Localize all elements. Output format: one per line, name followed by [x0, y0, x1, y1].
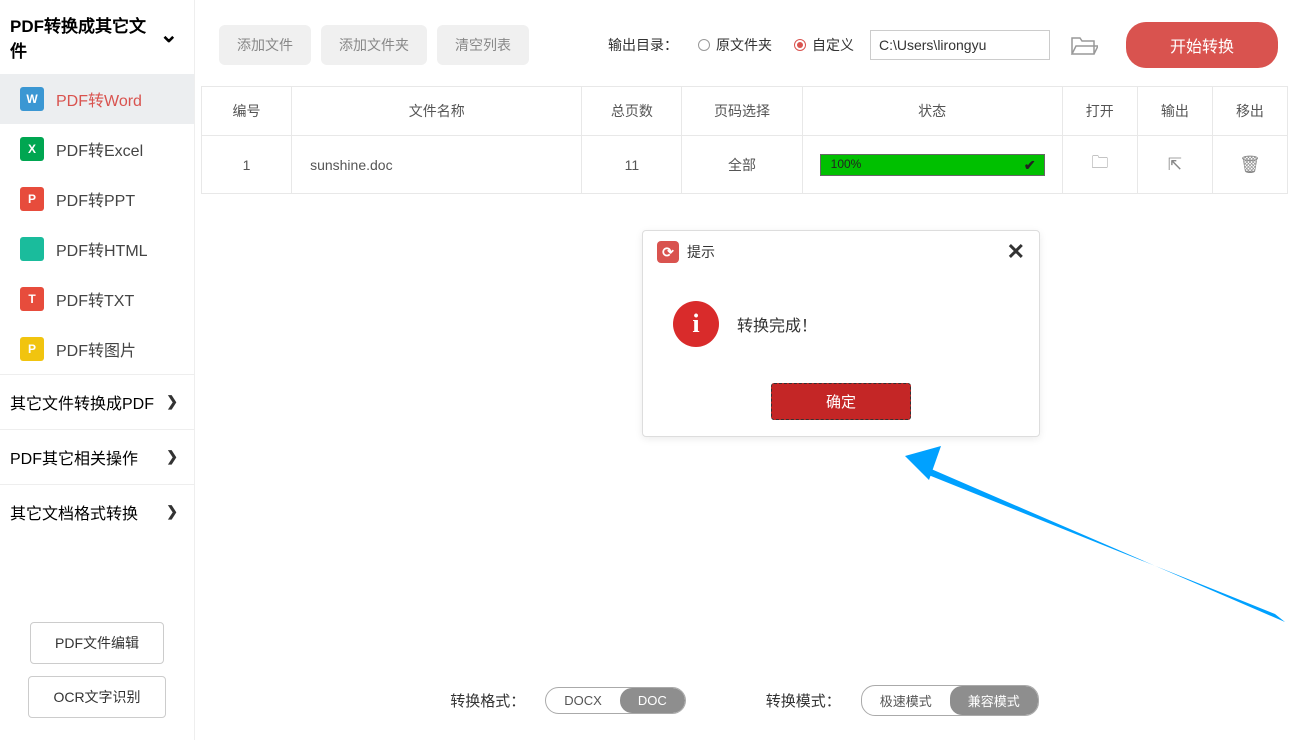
dialog-title: 提示 [687, 242, 715, 262]
annotation-arrow-icon [905, 442, 1294, 662]
th-status: 状态 [802, 87, 1062, 136]
dialog-prompt: ⟳ 提示 ✕ i 转换完成！ 确定 [642, 230, 1040, 437]
file-table: 编号 文件名称 总页数 页码选择 状态 打开 输出 移出 1 sunshine.… [201, 86, 1288, 194]
progress-text: 100% [831, 157, 862, 171]
start-convert-button[interactable]: 开始转换 [1126, 22, 1278, 68]
check-icon: ✔ [1024, 157, 1036, 174]
sidebar-item-1[interactable]: X PDF转Excel [0, 124, 194, 174]
close-icon[interactable]: ✕ [1007, 244, 1025, 260]
file-type-icon: P [20, 187, 44, 211]
sidebar-item-3[interactable]: PDF转HTML [0, 224, 194, 274]
bottom-bar: 转换格式： DOCX DOC 转换模式： 极速模式 兼容模式 [195, 671, 1294, 730]
cell-pages: 11 [582, 136, 682, 194]
th-range: 页码选择 [682, 87, 802, 136]
table-row: 1 sunshine.doc 11 全部 100% ✔ 🗀 ⇱ 🗑 [202, 136, 1288, 194]
chevron-right-icon [166, 503, 178, 521]
th-id: 编号 [202, 87, 292, 136]
sidebar-section-0[interactable]: 其它文件转换成PDF [0, 374, 194, 429]
file-type-icon: W [20, 87, 44, 111]
sidebar-section-2[interactable]: 其它文档格式转换 [0, 484, 194, 539]
sidebar-item-2[interactable]: P PDF转PPT [0, 174, 194, 224]
clear-list-button[interactable]: 清空列表 [437, 25, 529, 65]
file-type-icon: P [20, 337, 44, 361]
mode-label: 转换模式： [766, 690, 841, 711]
sidebar-item-label: PDF转Word [56, 87, 142, 111]
th-remove: 移出 [1212, 87, 1287, 136]
main-area: 添加文件 添加文件夹 清空列表 输出目录： 原文件夹 自定义 开始转换 编号 文… [195, 0, 1294, 740]
cell-name: sunshine.doc [292, 136, 582, 194]
file-type-icon: T [20, 287, 44, 311]
mode-toggle[interactable]: 极速模式 兼容模式 [861, 685, 1039, 716]
radio-label: 原文件夹 [716, 35, 772, 55]
info-icon: i [673, 301, 719, 347]
sidebar-section-1[interactable]: PDF其它相关操作 [0, 429, 194, 484]
toolbar: 添加文件 添加文件夹 清空列表 输出目录： 原文件夹 自定义 开始转换 [195, 0, 1294, 86]
cell-status: 100% ✔ [802, 136, 1062, 194]
sidebar-section-label: 其它文档格式转换 [10, 500, 138, 524]
sidebar: PDF转换成其它文件 W PDF转Word X PDF转Excel P PDF转PPT PD… [0, 0, 195, 740]
sidebar-item-label: PDF转Excel [56, 137, 143, 161]
radio-original-folder[interactable]: 原文件夹 [698, 35, 772, 55]
chevron-right-icon [166, 393, 178, 411]
output-dir-label: 输出目录： [608, 35, 678, 55]
chevron-right-icon [166, 448, 178, 466]
format-doc[interactable]: DOC [620, 688, 685, 713]
radio-dot-icon [794, 39, 806, 51]
sidebar-item-label: PDF转TXT [56, 287, 134, 311]
progress-bar: 100% ✔ [820, 154, 1045, 176]
sidebar-item-label: PDF转PPT [56, 187, 135, 211]
remove-icon[interactable]: 🗑 [1239, 155, 1261, 174]
radio-dot-icon [698, 39, 710, 51]
dialog-message: 转换完成！ [737, 312, 817, 336]
th-pages: 总页数 [582, 87, 682, 136]
th-open: 打开 [1062, 87, 1137, 136]
format-toggle[interactable]: DOCX DOC [545, 687, 685, 714]
radio-custom-folder[interactable]: 自定义 [794, 35, 854, 55]
pdf-edit-button[interactable]: PDF文件编辑 [30, 622, 164, 664]
add-file-button[interactable]: 添加文件 [219, 25, 311, 65]
sidebar-section-label: 其它文件转换成PDF [10, 390, 154, 414]
add-folder-button[interactable]: 添加文件夹 [321, 25, 427, 65]
sidebar-item-label: PDF转图片 [56, 337, 136, 361]
export-icon[interactable]: ⇱ [1168, 155, 1182, 174]
ok-button[interactable]: 确定 [771, 383, 911, 420]
sidebar-item-4[interactable]: T PDF转TXT [0, 274, 194, 324]
sidebar-item-0[interactable]: W PDF转Word [0, 74, 194, 124]
open-folder-icon[interactable]: 🗀 [1091, 153, 1108, 172]
dialog-footer: 确定 [643, 383, 1039, 436]
sidebar-section-label: PDF其它相关操作 [10, 445, 138, 469]
app-logo-icon: ⟳ [657, 241, 679, 263]
sidebar-header-pdf-to-other[interactable]: PDF转换成其它文件 [0, 0, 194, 74]
sidebar-item-label: PDF转HTML [56, 237, 148, 261]
dialog-body: i 转换完成！ [643, 273, 1039, 383]
chevron-down-icon [160, 27, 178, 47]
file-type-icon [20, 237, 44, 261]
ocr-button[interactable]: OCR文字识别 [28, 676, 165, 718]
format-label: 转换格式： [450, 690, 525, 711]
cell-id: 1 [202, 136, 292, 194]
th-export: 输出 [1137, 87, 1212, 136]
output-path-input[interactable] [870, 30, 1050, 60]
sidebar-item-5[interactable]: P PDF转图片 [0, 324, 194, 374]
mode-fast[interactable]: 极速模式 [862, 686, 950, 715]
radio-label: 自定义 [812, 35, 854, 55]
format-docx[interactable]: DOCX [546, 688, 620, 713]
cell-range[interactable]: 全部 [682, 136, 802, 194]
mode-compat[interactable]: 兼容模式 [950, 686, 1038, 715]
th-name: 文件名称 [292, 87, 582, 136]
browse-folder-icon[interactable] [1070, 34, 1098, 56]
sidebar-header-label: PDF转换成其它文件 [10, 12, 160, 62]
dialog-header: ⟳ 提示 ✕ [643, 231, 1039, 273]
sidebar-bottom: PDF文件编辑 OCR文字识别 [0, 622, 194, 718]
file-type-icon: X [20, 137, 44, 161]
